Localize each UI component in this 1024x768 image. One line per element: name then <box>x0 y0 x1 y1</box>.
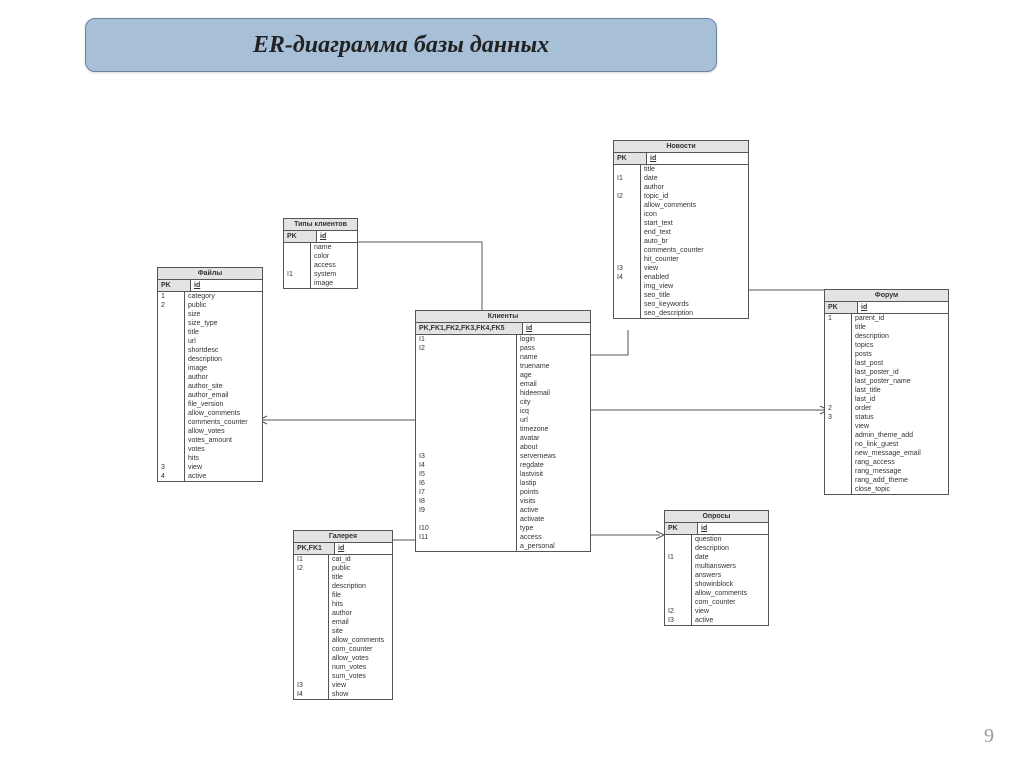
entity-news: Новости PK id I1I2I3I4 titledateauthorto… <box>613 140 749 319</box>
entity-polls: Опросы PK id I1I2I3 questiondescriptiond… <box>664 510 769 626</box>
entity-clients: Клиенты PK,FK1,FK2,FK3,FK4,FK5 id I1I2I3… <box>415 310 591 552</box>
entity-header: Галерея <box>294 531 392 543</box>
entity-header: Клиенты <box>416 311 590 323</box>
entity-forum: Форум PK id 123 parent_idtitledescriptio… <box>824 289 949 495</box>
entity-header: Опросы <box>665 511 768 523</box>
entity-types: Типы клиентов PK id I1 name color access… <box>283 218 358 289</box>
entity-header: Новости <box>614 141 748 153</box>
entity-gallery: Галерея PK,FK1 id I1I2I3I4 cat_idpublict… <box>293 530 393 700</box>
entity-header: Файлы <box>158 268 262 280</box>
entity-files: Файлы PK id 1234 categorypublicsizesize_… <box>157 267 263 482</box>
page-title: ER-диаграмма базы данных <box>85 18 717 72</box>
entity-header: Форум <box>825 290 948 302</box>
page-number: 9 <box>984 725 994 748</box>
entity-header: Типы клиентов <box>284 219 357 231</box>
